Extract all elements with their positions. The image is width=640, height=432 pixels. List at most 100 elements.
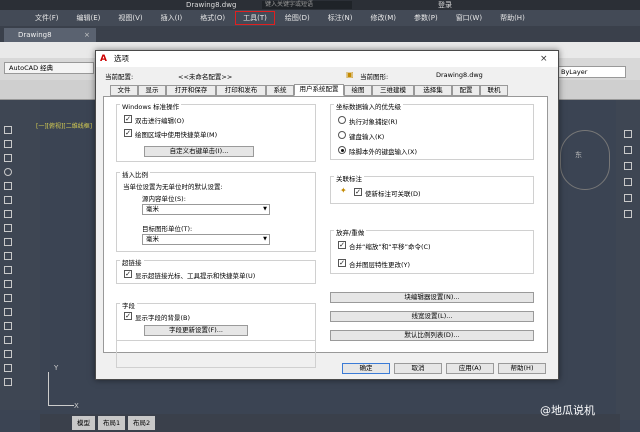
hyperlink-cursor-checkbox[interactable]: ✓: [124, 270, 132, 278]
menu-help[interactable]: 帮助(H): [491, 10, 534, 26]
menu-dimension[interactable]: 标注(N): [319, 10, 362, 26]
osnap-radio[interactable]: [338, 116, 346, 124]
dialog-title: 选项: [96, 51, 558, 67]
id-icon[interactable]: [624, 194, 632, 202]
modify-toolbar: [616, 100, 640, 420]
group-title: 插入比例: [120, 169, 150, 179]
combine-layer-checkbox[interactable]: ✓: [338, 259, 346, 267]
group-title: Windows 标准操作: [120, 101, 182, 111]
search-input[interactable]: 键入关键字或短语: [262, 1, 352, 9]
tab-profiles[interactable]: 配置: [452, 85, 480, 96]
rotate-icon[interactable]: [4, 280, 12, 288]
polygon-icon[interactable]: [4, 154, 12, 162]
layout-tab-bar: [40, 414, 620, 432]
checkbox-label: 双击进行编辑(O): [135, 117, 185, 125]
tab-layout2[interactable]: 布局2: [128, 416, 156, 430]
insert-scale-desc: 当单位设置为无单位时的默认设置:: [123, 183, 223, 191]
combine-zoom-pan-checkbox[interactable]: ✓: [338, 241, 346, 249]
field-background-checkbox[interactable]: ✓: [124, 312, 132, 320]
field-update-button[interactable]: 字段更新设置(F)...: [144, 325, 248, 336]
source-units-label: 源内容单位(S):: [142, 195, 186, 203]
tab-model[interactable]: 模型: [72, 416, 95, 430]
block-editor-settings-button[interactable]: 块编辑器设置(N)...: [330, 292, 534, 303]
radio-label: 键盘输入(K): [349, 133, 385, 141]
block-icon[interactable]: [624, 210, 632, 218]
login-link[interactable]: 登录: [438, 0, 452, 10]
tab-3d-modeling[interactable]: 三维建模: [372, 85, 414, 96]
menu-insert[interactable]: 插入(I): [152, 10, 192, 26]
target-units-select[interactable]: 毫米 ▼: [142, 234, 270, 245]
workspace-combo[interactable]: AutoCAD 经典: [4, 62, 94, 74]
line-icon[interactable]: [4, 126, 12, 134]
ok-button[interactable]: 确定: [342, 363, 390, 374]
group-title: 坐标数据输入的优先级: [334, 101, 403, 111]
document-tab[interactable]: Drawing8: [4, 28, 96, 42]
help-button[interactable]: 帮助(H): [498, 363, 546, 374]
shortcut-menu-checkbox[interactable]: ✓: [124, 129, 132, 137]
menu-window[interactable]: 窗口(W): [447, 10, 491, 26]
ucs-y-label: Y: [54, 364, 59, 372]
copy-icon[interactable]: [4, 224, 12, 232]
lineweight-settings-button[interactable]: 线宽设置(L)...: [330, 311, 534, 322]
menu-draw[interactable]: 绘图(D): [276, 10, 319, 26]
rectangle-icon[interactable]: [4, 182, 12, 190]
default-scale-list-button[interactable]: 默认比例列表(D)...: [330, 330, 534, 341]
tab-plot-publish[interactable]: 打印和发布: [216, 85, 266, 96]
close-icon[interactable]: ×: [540, 53, 548, 65]
tab-files[interactable]: 文件: [110, 85, 138, 96]
offset-icon[interactable]: [4, 252, 12, 260]
tab-display[interactable]: 显示: [138, 85, 166, 96]
document-tab-row: [0, 26, 640, 42]
tab-open-save[interactable]: 打开和保存: [166, 85, 216, 96]
menu-format[interactable]: 格式(O): [191, 10, 234, 26]
mirror-icon[interactable]: [4, 238, 12, 246]
list-icon[interactable]: [624, 178, 632, 186]
keyboard-radio[interactable]: [338, 131, 346, 139]
tab-drafting[interactable]: 绘图: [344, 85, 372, 96]
menu-file[interactable]: 文件(F): [26, 10, 68, 26]
viewcube[interactable]: [560, 130, 610, 190]
apply-button[interactable]: 应用(A): [446, 363, 494, 374]
tab-layout1[interactable]: 布局1: [98, 416, 126, 430]
checkbox-label: 显示字段的背景(B): [135, 314, 191, 322]
double-click-edit-checkbox[interactable]: ✓: [124, 115, 132, 123]
menu-tools[interactable]: 工具(T): [234, 10, 276, 26]
assoc-dim-checkbox[interactable]: ✓: [354, 188, 362, 196]
menu-bar: 文件(F) 编辑(E) 视图(V) 插入(I) 格式(O) 工具(T) 绘图(D…: [0, 10, 640, 26]
cancel-button[interactable]: 取消: [394, 363, 442, 374]
tab-selection[interactable]: 选择集: [414, 85, 452, 96]
ucs-x-label: X: [74, 402, 79, 410]
tab-system[interactable]: 系统: [266, 85, 294, 96]
circle-icon[interactable]: [4, 168, 12, 176]
ucs-icon: [48, 372, 74, 406]
fillet-icon[interactable]: [4, 336, 12, 344]
menu-parametric[interactable]: 参数(P): [405, 10, 447, 26]
text-icon[interactable]: [4, 378, 12, 386]
area-icon[interactable]: [624, 146, 632, 154]
scale-icon[interactable]: [4, 294, 12, 302]
hatch-icon[interactable]: [4, 364, 12, 372]
extend-icon[interactable]: [4, 322, 12, 330]
keyboard-except-scripts-radio[interactable]: [338, 146, 346, 154]
viewport-label[interactable]: [一][俯视][二维线框]: [36, 121, 92, 130]
menu-edit[interactable]: 编辑(E): [68, 10, 110, 26]
dist-icon[interactable]: [624, 130, 632, 138]
tab-user-preferences[interactable]: 用户系统配置: [294, 84, 344, 96]
watermark: @地瓜说机: [540, 404, 595, 417]
polyline-icon[interactable]: [4, 140, 12, 148]
array-icon[interactable]: [4, 266, 12, 274]
trim-icon[interactable]: [4, 308, 12, 316]
close-icon[interactable]: ×: [84, 28, 90, 42]
arc-icon[interactable]: [4, 196, 12, 204]
menu-view[interactable]: 视图(V): [109, 10, 151, 26]
explode-icon[interactable]: [4, 350, 12, 358]
source-units-select[interactable]: 毫米 ▼: [142, 204, 270, 215]
layer-combo[interactable]: ByLayer: [548, 66, 626, 78]
menu-modify[interactable]: 修改(M): [361, 10, 405, 26]
current-profile-value: <<未命名配置>>: [178, 73, 233, 81]
tab-online[interactable]: 联机: [480, 85, 508, 96]
checkbox-label: 合并图层特性更改(Y): [349, 261, 411, 269]
move-icon[interactable]: [4, 210, 12, 218]
region-icon[interactable]: [624, 162, 632, 170]
custom-right-click-button[interactable]: 自定义右键单击(I)...: [144, 146, 254, 157]
